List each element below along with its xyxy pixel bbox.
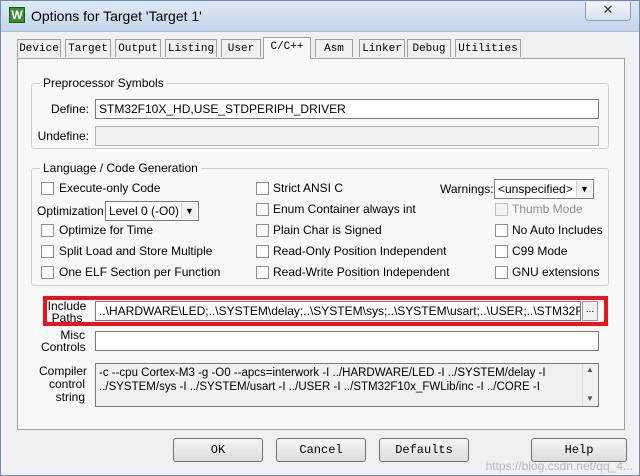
cancel-button[interactable]: Cancel <box>276 438 366 462</box>
ro-pos-indep-checkbox[interactable] <box>256 245 269 258</box>
include-paths-label: Include Paths <box>47 300 87 324</box>
close-button[interactable]: ✕ <box>585 2 631 21</box>
strict-ansi-label: Strict ANSI C <box>273 181 344 195</box>
compiler-control-line2: ../SYSTEM/sys -I ../SYSTEM/usart -I ../U… <box>99 381 540 393</box>
warnings-select[interactable]: <unspecified> ▼ <box>494 179 594 199</box>
optimization-value: Level 0 (-O0) <box>109 204 180 218</box>
tab-asm[interactable]: Asm <box>315 39 353 57</box>
window-title: Options for Target 'Target 1' <box>31 8 202 24</box>
one-elf-checkbox[interactable] <box>41 266 54 279</box>
split-load-checkbox[interactable] <box>41 245 54 258</box>
include-paths-browse-button[interactable]: ... <box>582 301 598 321</box>
misc-controls-input[interactable] <box>95 331 599 351</box>
defaults-button[interactable]: Defaults <box>379 438 469 462</box>
warnings-label: Warnings: <box>440 182 494 196</box>
tab-c-cpp[interactable]: C/C++ <box>263 37 311 59</box>
compiler-control-line1: -c --cpu Cortex-M3 -g -O0 --apcs=interwo… <box>99 367 546 379</box>
c99-mode-label: C99 Mode <box>512 244 568 258</box>
misc-controls-label-line2: Controls <box>41 340 86 354</box>
preprocessor-group-label: Preprocessor Symbols <box>40 76 167 90</box>
thumb-mode-checkbox[interactable] <box>495 203 508 216</box>
optimize-time-checkbox[interactable] <box>41 224 54 237</box>
misc-controls-label: Misc Controls <box>41 329 86 354</box>
strict-ansi-checkbox[interactable] <box>256 182 269 195</box>
chevron-down-icon: ▼ <box>576 181 592 197</box>
compiler-control-scrollbar[interactable]: ▲ ▼ <box>582 364 598 406</box>
tab-linker[interactable]: Linker <box>359 39 405 57</box>
compiler-control-string[interactable]: -c --cpu Cortex-M3 -g -O0 --apcs=interwo… <box>95 363 599 407</box>
language-group-label: Language / Code Generation <box>40 161 201 175</box>
tab-utilities[interactable]: Utilities <box>455 39 521 57</box>
thumb-mode-label: Thumb Mode <box>512 202 583 216</box>
chevron-down-icon: ▼ <box>181 203 197 219</box>
define-label: Define: <box>50 102 89 116</box>
tab-user[interactable]: User <box>221 39 261 57</box>
optimization-label: Optimization: <box>37 204 108 218</box>
tab-device[interactable]: Device <box>17 39 61 57</box>
execute-only-label: Execute-only Code <box>59 181 161 195</box>
tab-listing[interactable]: Listing <box>165 39 217 57</box>
execute-only-checkbox[interactable] <box>41 182 54 195</box>
scroll-up-icon[interactable]: ▲ <box>586 365 594 374</box>
one-elf-label: One ELF Section per Function <box>59 265 221 279</box>
ok-button[interactable]: OK <box>173 438 263 462</box>
compiler-control-label-line3: string <box>55 390 85 404</box>
rw-pos-indep-checkbox[interactable] <box>256 266 269 279</box>
optimization-select[interactable]: Level 0 (-O0) ▼ <box>105 201 199 221</box>
gnu-extensions-checkbox[interactable] <box>495 266 508 279</box>
options-dialog: W Options for Target 'Target 1' ✕ Device… <box>0 0 640 476</box>
gnu-extensions-label: GNU extensions <box>512 265 600 279</box>
optimize-time-label: Optimize for Time <box>59 223 154 237</box>
keil-app-icon: W <box>9 7 25 23</box>
c99-mode-checkbox[interactable] <box>495 245 508 258</box>
compiler-control-label: Compiler control string <box>39 365 87 404</box>
no-auto-includes-checkbox[interactable] <box>495 224 508 237</box>
plain-char-checkbox[interactable] <box>256 224 269 237</box>
include-paths-label-line2: Paths <box>51 311 83 325</box>
define-input[interactable]: STM32F10X_HD,USE_STDPERIPH_DRIVER <box>95 99 599 119</box>
plain-char-label: Plain Char is Signed <box>273 223 382 237</box>
tab-target[interactable]: Target <box>65 39 111 57</box>
warnings-value: <unspecified> <box>498 182 573 196</box>
undefine-input[interactable] <box>95 126 599 146</box>
ro-pos-indep-label: Read-Only Position Independent <box>273 244 447 258</box>
scroll-down-icon[interactable]: ▼ <box>586 394 594 403</box>
rw-pos-indep-label: Read-Write Position Independent <box>273 265 450 279</box>
no-auto-includes-label: No Auto Includes <box>512 223 603 237</box>
tab-output[interactable]: Output <box>115 39 161 57</box>
undefine-label: Undefine: <box>37 129 89 143</box>
include-paths-input[interactable]: ..\HARDWARE\LED;..\SYSTEM\delay;..\SYSTE… <box>95 301 581 321</box>
title-bar: W Options for Target 'Target 1' ✕ <box>1 1 639 32</box>
split-load-label: Split Load and Store Multiple <box>59 244 213 258</box>
tab-debug[interactable]: Debug <box>407 39 451 57</box>
enum-container-checkbox[interactable] <box>256 203 269 216</box>
enum-container-label: Enum Container always int <box>273 202 416 216</box>
watermark: https://blog.csdn.net/qq_4... <box>485 459 633 473</box>
